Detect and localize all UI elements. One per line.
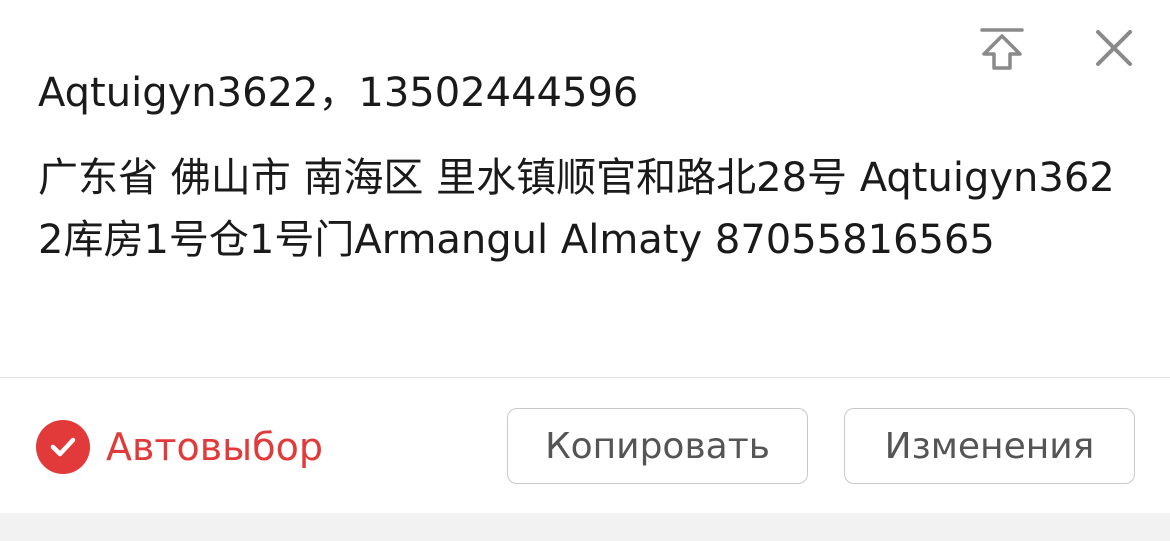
edit-button[interactable]: Изменения <box>844 408 1135 484</box>
pin-to-top-icon[interactable] <box>976 22 1028 74</box>
recipient-address: 广东省 佛山市 南海区 里水镇顺官和路北28号 Aqtuigyn3622库房1号… <box>38 155 1115 263</box>
address-card: Aqtuigyn3622，13502444596 广东省 佛山市 南海区 里水镇… <box>0 0 1170 541</box>
auto-select-toggle[interactable]: Автовыбор <box>36 420 323 474</box>
copy-button[interactable]: Копировать <box>507 408 808 484</box>
address-section: Aqtuigyn3622，13502444596 广东省 佛山市 南海区 里水镇… <box>0 0 1170 378</box>
footer-strip <box>0 513 1170 541</box>
close-icon[interactable] <box>1090 24 1138 72</box>
action-bar: Автовыбор Копировать Изменения <box>0 378 1170 513</box>
check-circle-icon <box>36 420 90 474</box>
recipient-name-phone: Aqtuigyn3622，13502444596 <box>38 70 639 116</box>
auto-select-label: Автовыбор <box>106 425 323 469</box>
